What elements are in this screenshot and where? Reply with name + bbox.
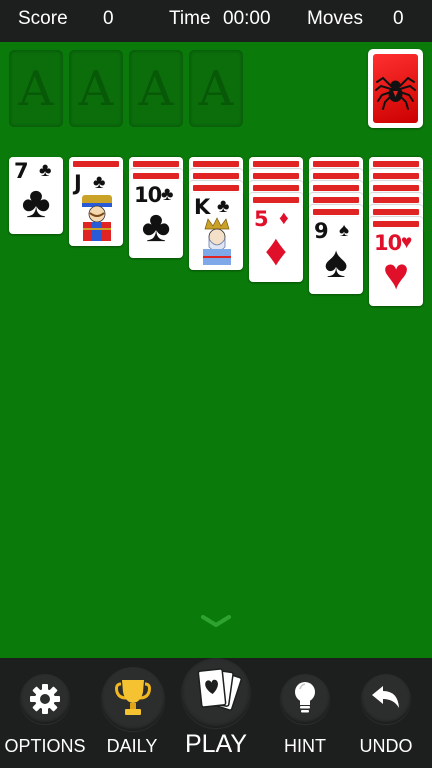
cards-icon	[197, 668, 242, 711]
daily-label: DAILY	[106, 736, 158, 756]
daily-button[interactable]: DAILY	[89, 658, 175, 768]
hint-label: HINT	[284, 736, 326, 756]
spider-icon	[375, 76, 416, 110]
play-button[interactable]: PLAY	[173, 658, 259, 768]
time-value: 00:00	[223, 8, 271, 29]
jack-portrait-icon	[82, 195, 112, 241]
card-rank: J	[74, 171, 82, 195]
foundation-slot-1[interactable]: A	[9, 50, 63, 127]
lightbulb-icon	[295, 682, 315, 713]
playing-card[interactable]: 10 ♥ ♥	[369, 229, 423, 306]
playing-card[interactable]: 5 ♦ ♦	[249, 205, 303, 282]
card-back-design	[373, 54, 418, 123]
score-label: Score	[18, 8, 68, 29]
foundation-slot-4[interactable]: A	[189, 50, 243, 127]
trophy-icon	[115, 680, 151, 715]
undo-button[interactable]: UNDO	[343, 658, 429, 768]
club-icon: ♣	[217, 196, 230, 217]
moves-label: Moves	[307, 8, 363, 29]
club-icon: ♣	[93, 172, 106, 193]
playing-card[interactable]: 7 ♣ ♣	[9, 157, 63, 234]
gear-icon	[30, 684, 60, 714]
score-value: 0	[103, 8, 114, 29]
stock-pile[interactable]	[368, 49, 423, 128]
status-bar: Score 0 Time 00:00 Moves 0	[0, 0, 432, 42]
moves-value: 0	[393, 8, 404, 29]
playing-card[interactable]: K ♣	[189, 193, 243, 270]
playing-card[interactable]: J ♣	[69, 169, 123, 246]
hint-button[interactable]: HINT	[262, 658, 348, 768]
club-icon: ♣	[21, 178, 51, 227]
playing-card[interactable]: 10 ♣ ♣	[129, 181, 183, 258]
undo-arrow-icon	[372, 686, 399, 708]
card-rank: K	[194, 195, 210, 219]
heart-icon: ♥	[382, 250, 410, 299]
undo-label: UNDO	[359, 736, 413, 756]
game-table: A A A A 7 ♣ ♣ J ♣ 10 ♣ ♣ K ♣ 5 ♦ ♦ 9 ♠ ♠…	[0, 42, 432, 658]
diamond-icon: ♦	[264, 226, 288, 275]
bottom-toolbar: OPTIONS DAILY PLAY HINT UNDO	[0, 658, 432, 768]
options-label: OPTIONS	[4, 736, 86, 756]
king-portrait-icon	[203, 217, 231, 265]
foundation-slot-3[interactable]: A	[129, 50, 183, 127]
playing-card[interactable]: 9 ♠ ♠	[309, 217, 363, 294]
time-label: Time	[169, 8, 211, 29]
options-button[interactable]: OPTIONS	[2, 658, 88, 768]
spade-icon: ♠	[324, 238, 348, 287]
foundation-slot-2[interactable]: A	[69, 50, 123, 127]
chevron-down-icon[interactable]	[200, 614, 232, 628]
play-label: PLAY	[184, 730, 248, 758]
club-icon: ♣	[141, 202, 171, 251]
